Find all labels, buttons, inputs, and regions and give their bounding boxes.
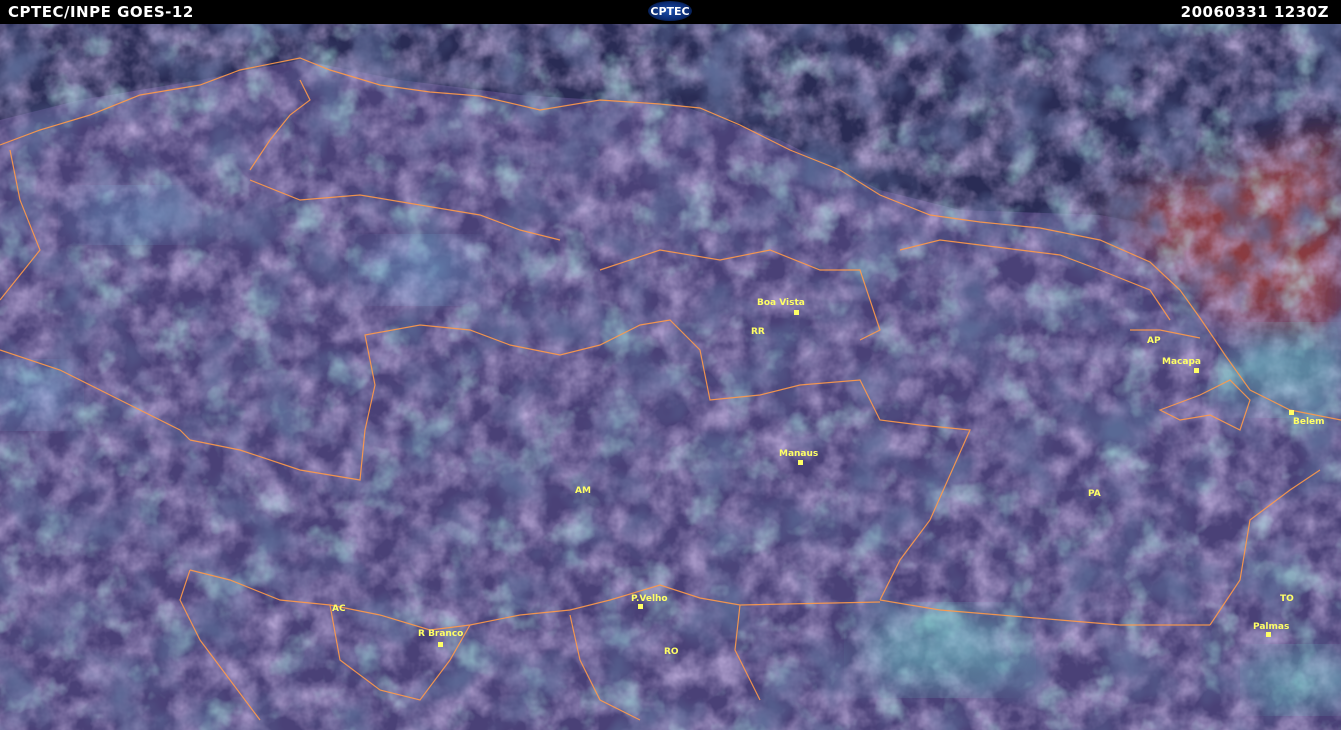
logo-text: CPTEC	[650, 4, 690, 18]
city-marker-belem	[1289, 410, 1294, 415]
satellite-title: CPTEC/INPE GOES-12	[8, 3, 194, 21]
city-marker-r-branco	[438, 642, 443, 647]
state-label-ro: RO	[664, 647, 679, 657]
city-marker-boa-vista	[794, 310, 799, 315]
state-label-rr: RR	[751, 327, 765, 337]
city-label-r-branco: R Branco	[418, 629, 464, 639]
satellite-imagery	[0, 24, 1341, 730]
image-timestamp: 20060331 1230Z	[1180, 3, 1329, 21]
state-label-am: AM	[575, 486, 591, 496]
city-marker-p-velho	[638, 604, 643, 609]
state-label-ap: AP	[1147, 336, 1161, 346]
satellite-map: Boa Vista RR AP Macapa Belem Manaus AM P…	[0, 24, 1341, 730]
city-label-boa-vista: Boa Vista	[757, 298, 805, 308]
city-marker-manaus	[798, 460, 803, 465]
city-label-manaus: Manaus	[779, 449, 819, 459]
city-marker-macapa	[1194, 368, 1199, 373]
state-label-to: TO	[1280, 594, 1294, 604]
image-header: CPTEC/INPE GOES-12 CPTEC 20060331 1230Z	[0, 0, 1341, 24]
city-label-belem: Belem	[1293, 417, 1325, 427]
state-label-pa: PA	[1088, 489, 1101, 499]
city-label-palmas: Palmas	[1253, 622, 1290, 632]
city-marker-palmas	[1266, 632, 1271, 637]
city-label-macapa: Macapa	[1162, 357, 1201, 367]
city-label-p-velho: P.Velho	[631, 594, 668, 604]
state-label-ac: AC	[332, 604, 346, 614]
cptec-logo-icon: CPTEC	[648, 1, 692, 21]
